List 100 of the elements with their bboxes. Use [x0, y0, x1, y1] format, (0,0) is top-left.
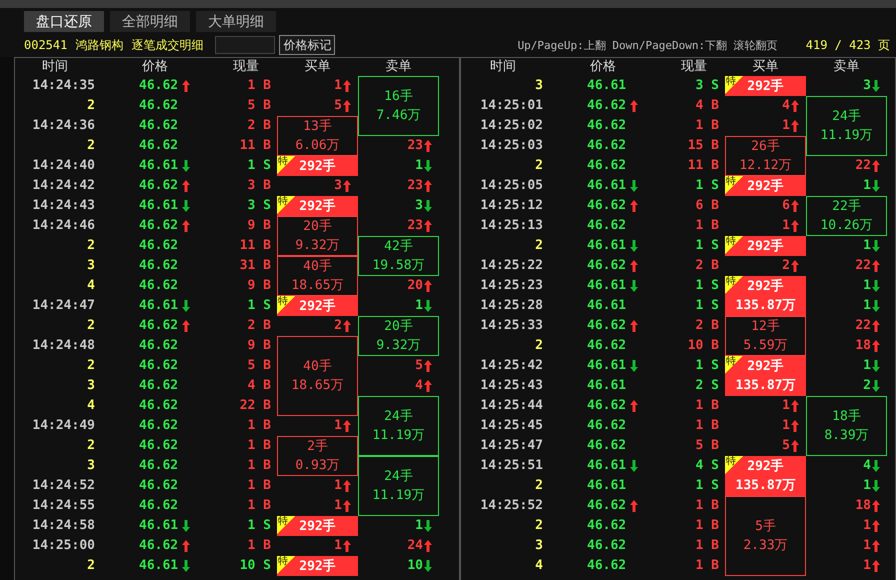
- volume-cell-text: 22 B: [238, 397, 272, 415]
- lot-count: 2手: [307, 438, 328, 456]
- order-count: 1: [863, 357, 871, 375]
- price-cell-text: 46.62: [587, 197, 626, 215]
- special-badge: 特: [725, 176, 743, 194]
- price-cell-text: 46.62: [139, 417, 178, 435]
- order-amount: 6.06万: [295, 137, 340, 155]
- volume-cell-text: 4 B: [694, 97, 720, 115]
- price-cell-text: 46.61: [587, 77, 626, 95]
- price-cell-text: 46.62: [139, 237, 178, 255]
- special-badge: 特: [725, 236, 743, 254]
- lot-count: 292手: [299, 518, 336, 536]
- column-header: 现量: [680, 58, 708, 76]
- lot-count: 292手: [299, 298, 336, 316]
- time-cell-text: 14:25:45: [479, 417, 543, 435]
- order-count: 22: [855, 317, 871, 335]
- time-cell-text: 2: [86, 137, 95, 155]
- volume-cell-text: 4 S: [694, 457, 720, 475]
- volume-cell-text: 1 B: [694, 397, 720, 415]
- price-cell-text: 46.61: [587, 377, 626, 395]
- volume-cell-text: 3 B: [246, 177, 272, 195]
- order-count: 3: [334, 177, 342, 195]
- volume-cell-text: 1 S: [694, 177, 720, 195]
- order-amount: 10.26万: [820, 217, 873, 235]
- order-count: 1: [782, 397, 790, 415]
- time-cell-text: 4: [86, 397, 95, 415]
- time-cell-text: 14:25:43: [479, 377, 543, 395]
- order-amount: 9.32万: [376, 337, 421, 355]
- price-cell-text: 46.62: [139, 397, 178, 415]
- tab[interactable]: 全部明细: [110, 11, 190, 32]
- price-cell-text: 46.61: [139, 297, 178, 315]
- time-cell-text: 14:25:33: [479, 317, 543, 335]
- price-cell-text: 46.62: [139, 137, 178, 155]
- time-cell-text: 2: [86, 557, 95, 575]
- order-amount: 18.65万: [291, 277, 344, 295]
- volume-cell-text: 15 B: [686, 137, 720, 155]
- volume-cell-text: 5 B: [246, 97, 272, 115]
- price-cell-text: 46.62: [139, 277, 178, 295]
- price-cell-text: 46.62: [587, 497, 626, 515]
- time-cell-text: 14:24:49: [31, 417, 95, 435]
- lot-count: 40手: [303, 258, 332, 276]
- volume-cell-text: 1 S: [246, 297, 272, 315]
- volume-cell-text: 31 B: [238, 257, 272, 275]
- lot-count: 292手: [747, 278, 784, 296]
- time-cell-text: 14:25:02: [479, 117, 543, 135]
- volume-cell-text: 1 B: [694, 117, 720, 135]
- volume-cell-text: 1 S: [694, 357, 720, 375]
- order-count: 1: [863, 237, 871, 255]
- time-cell-text: 14:24:43: [31, 197, 95, 215]
- volume-cell-text: 9 B: [246, 217, 272, 235]
- time-cell-text: 2: [86, 357, 95, 375]
- tab[interactable]: 大单明细: [196, 11, 276, 32]
- tab[interactable]: 盘口还原: [24, 11, 104, 32]
- price-input-field[interactable]: [215, 36, 276, 54]
- lot-count: 24手: [384, 408, 413, 426]
- special-badge: 特: [277, 196, 295, 214]
- order-count: 5: [334, 97, 342, 115]
- time-cell-text: 14:25:42: [479, 357, 543, 375]
- volume-cell-text: 2 B: [246, 117, 272, 135]
- order-amount: 2.33万: [743, 537, 788, 555]
- time-cell-text: 14:25:12: [479, 197, 543, 215]
- order-count: 2: [782, 257, 790, 275]
- volume-cell-text: 9 B: [246, 277, 272, 295]
- volume-cell-text: 2 B: [246, 317, 272, 335]
- volume-cell-text: 5 B: [246, 357, 272, 375]
- volume-cell-text: 1 B: [694, 417, 720, 435]
- volume-cell-text: 1 B: [246, 417, 272, 435]
- time-cell-text: 14:25:03: [479, 137, 543, 155]
- special-badge: 特: [277, 156, 295, 174]
- time-cell-text: 14:25:51: [479, 457, 543, 475]
- order-amount: 135.87万: [736, 377, 796, 395]
- order-count: 1: [334, 77, 342, 95]
- order-count: 1: [334, 477, 342, 495]
- price-cell-text: 46.62: [587, 117, 626, 135]
- order-count: 1: [863, 477, 871, 495]
- order-amount: 11.19万: [372, 427, 425, 445]
- price-mark-button[interactable]: 价格标记: [279, 35, 336, 55]
- volume-cell-text: 1 B: [694, 217, 720, 235]
- order-count: 1: [863, 297, 871, 315]
- order-amount: 5.59万: [743, 337, 788, 355]
- price-cell-text: 46.62: [587, 517, 626, 535]
- price-cell-text: 46.61: [587, 357, 626, 375]
- time-cell-text: 14:24:36: [31, 117, 95, 135]
- lot-count: 292手: [747, 458, 784, 476]
- volume-cell-text: 1 B: [246, 477, 272, 495]
- volume-cell-text: 1 S: [246, 157, 272, 175]
- time-cell-text: 14:24:58: [31, 517, 95, 535]
- order-amount: 11.19万: [372, 487, 425, 505]
- volume-cell-text: 1 B: [246, 537, 272, 555]
- price-cell-text: 46.61: [139, 557, 178, 575]
- order-amount: 7.46万: [376, 107, 421, 125]
- volume-cell-text: 1 S: [246, 517, 272, 535]
- time-cell-text: 2: [534, 477, 543, 495]
- volume-cell-text: 1 B: [694, 517, 720, 535]
- order-count: 1: [782, 217, 790, 235]
- column-header: 买单: [752, 58, 780, 76]
- order-amount: 12.12万: [739, 157, 792, 175]
- price-cell-text: 46.61: [139, 197, 178, 215]
- lot-count: 42手: [384, 238, 413, 256]
- lot-count: 24手: [384, 468, 413, 486]
